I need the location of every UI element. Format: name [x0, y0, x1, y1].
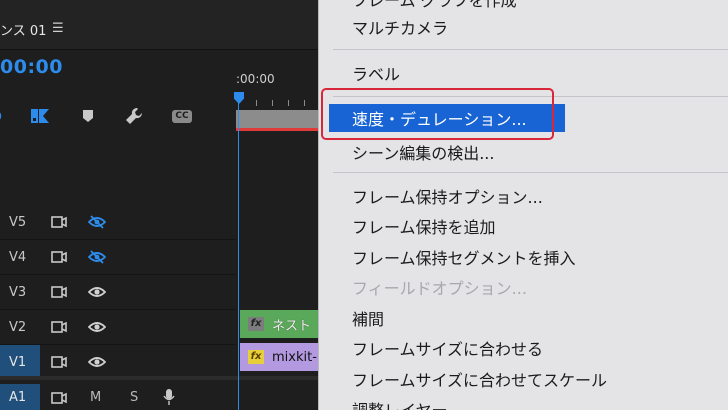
track-label-a1[interactable]: A1 [0, 384, 40, 410]
time-ruler[interactable]: :00:00 [236, 50, 318, 110]
sequence-tab-label[interactable]: ンス 01 [0, 20, 46, 39]
track-row-v1: V1 [0, 345, 236, 379]
toggle-sync-lock-icon[interactable] [51, 319, 67, 338]
work-area-bar[interactable] [236, 110, 318, 128]
fx-badge-icon: fx [248, 350, 264, 364]
track-label-v3[interactable]: V3 [0, 275, 40, 309]
menu-item-scale-to-frame-size[interactable]: フレームサイズに合わせる [319, 333, 728, 363]
add-marker-icon[interactable] [80, 104, 96, 128]
video-clip[interactable]: fx mixkit- [240, 343, 318, 371]
captions-icon[interactable]: CC [170, 104, 194, 128]
ruler-time-label: :00:00 [236, 72, 275, 86]
menu-item-frame-hold-options[interactable]: フレーム保持オプション... [319, 181, 728, 211]
eye-icon[interactable] [87, 354, 107, 373]
menu-item-time-interpolation[interactable]: 補間 [319, 303, 728, 333]
menu-item-set-to-frame-size[interactable]: フレームサイズに合わせてスケール [319, 364, 728, 394]
render-status-bar [236, 128, 318, 131]
eye-icon[interactable] [87, 284, 107, 303]
track-row-v5: V5 [0, 205, 236, 239]
mute-track-button[interactable]: M [90, 390, 101, 405]
track-label-v4[interactable]: V4 [0, 240, 40, 274]
toggle-sync-lock-icon[interactable] [51, 214, 67, 233]
panel-menu-icon[interactable]: ☰ [52, 21, 64, 36]
clip-name: ネスト [272, 318, 312, 334]
ruler-tick [304, 100, 305, 106]
menu-item-partial[interactable]: フレーム グラフを作成 [319, 0, 728, 10]
timeline-toolbar: CC [0, 104, 236, 132]
solo-track-button[interactable]: S [130, 390, 138, 405]
snap-icon[interactable] [28, 104, 52, 128]
menu-item-speed-duration[interactable]: 速度・デュレーション... [329, 104, 565, 132]
menu-item-insert-frame-hold-segment[interactable]: フレーム保持セグメントを挿入 [319, 242, 728, 272]
menu-item-label[interactable]: ラベル [319, 58, 728, 88]
timeline-header [0, 0, 318, 50]
video-audio-divider[interactable] [0, 376, 318, 380]
microphone-icon[interactable] [163, 389, 175, 409]
menu-item-add-frame-hold[interactable]: フレーム保持を追加 [319, 211, 728, 241]
toggle-sync-lock-icon[interactable] [51, 390, 67, 409]
clip-name: mixkit- [272, 349, 317, 365]
toggle-sync-lock-icon[interactable] [51, 249, 67, 268]
track-row-v2: V2 [0, 310, 236, 344]
timeline-panel: ンス 01 ☰ 00:00 :00:00 CC V5 V4 V3 V2 V1 A… [0, 0, 318, 410]
track-row-v3: V3 [0, 275, 236, 309]
toggle-sync-lock-icon[interactable] [51, 354, 67, 373]
menu-item-multicam[interactable]: マルチカメラ [319, 12, 728, 42]
menu-separator [333, 172, 728, 173]
track-label-v5[interactable]: V5 [0, 205, 40, 239]
ruler-tick [272, 100, 273, 106]
eye-off-icon[interactable] [87, 249, 107, 268]
track-row-v4: V4 [0, 240, 236, 274]
ruler-tick [288, 100, 289, 106]
track-label-v1[interactable]: V1 [0, 345, 40, 379]
wrench-icon[interactable] [122, 104, 146, 128]
menu-item-adjustment-layer[interactable]: 調整レイヤー [319, 394, 728, 410]
eye-off-icon[interactable] [87, 214, 107, 233]
menu-item-field-options: フィールドオプション... [352, 279, 527, 298]
fx-badge-icon: fx [248, 317, 264, 331]
nested-sequence-clip[interactable]: fx ネスト [240, 310, 318, 338]
eye-icon[interactable] [87, 319, 107, 338]
playhead-timecode[interactable]: 00:00 [0, 56, 63, 78]
ruler-tick [256, 100, 257, 106]
track-row-a1: A1 M S [0, 384, 236, 410]
menu-item-scene-edit-detection[interactable]: シーン編集の検出... [319, 137, 728, 167]
menu-separator [333, 49, 728, 50]
track-label-v2[interactable]: V2 [0, 310, 40, 344]
menu-separator [333, 96, 728, 97]
toggle-sync-lock-icon[interactable] [51, 284, 67, 303]
nest-toggle-icon[interactable] [0, 104, 6, 128]
clip-context-menu: フレーム グラフを作成 マルチカメラ ラベル 速度・デュレーション... シーン… [318, 0, 728, 410]
playhead-line[interactable] [238, 100, 239, 410]
